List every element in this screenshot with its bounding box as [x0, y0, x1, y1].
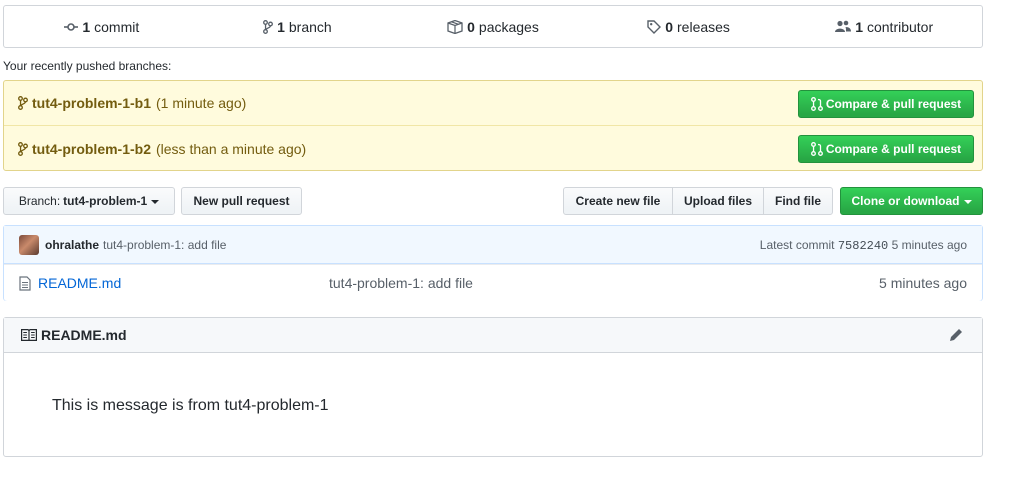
contributors-stat[interactable]: 1 contributor — [786, 19, 982, 35]
branch-prefix: Branch: — [18, 194, 61, 208]
branches-stat[interactable]: 1 branch — [200, 19, 396, 35]
commit-count: 1 — [82, 18, 91, 35]
package-icon — [447, 19, 463, 34]
contributor-count: 1 — [855, 18, 863, 35]
recent-branch-row: tut4-problem-1-b2 (less than a minute ag… — [4, 126, 982, 171]
caret-down-icon — [151, 200, 160, 204]
file-table: ohralathe tut4-problem-1: add file Lates… — [3, 225, 983, 301]
readme-content: This is message is from tut4-problem-1 — [52, 397, 329, 414]
file-icon — [19, 275, 31, 291]
readme-header: README.md — [4, 318, 982, 353]
release-count: 0 — [665, 18, 674, 35]
commit-icon — [64, 22, 79, 31]
recent-branch-row: tut4-problem-1-b1 (1 minute ago) Compare… — [4, 81, 982, 126]
caret-down-icon — [963, 200, 972, 204]
branch-icon — [18, 96, 28, 110]
commits-stat[interactable]: 1 commit — [4, 19, 200, 35]
repo-summary-bar: 1 commit 1 branch 0 packages 0 releases … — [3, 5, 983, 48]
recent-branch-name[interactable]: tut4-problem-1-b2 — [32, 141, 151, 157]
releases-stat[interactable]: 0 releases — [591, 19, 787, 35]
latest-commit-label: Latest commit — [759, 238, 835, 252]
branch-label: branch — [288, 18, 332, 35]
tag-icon — [647, 19, 662, 34]
branch-count: 1 — [277, 18, 285, 35]
recent-branch-age: (less than a minute ago) — [156, 140, 307, 157]
find-file-button[interactable]: Find file — [763, 187, 833, 215]
recent-branches-box: tut4-problem-1-b1 (1 minute ago) Compare… — [3, 80, 983, 171]
commit-author[interactable]: ohralathe — [45, 238, 99, 252]
compare-button-label: Compare & pull request — [825, 97, 962, 111]
people-icon — [835, 20, 852, 32]
recent-branches-label: Your recently pushed branches: — [3, 59, 172, 73]
commit-message[interactable]: tut4-problem-1: add file — [103, 238, 226, 252]
recent-branch-age: (1 minute ago) — [156, 95, 247, 111]
new-pull-request-button[interactable]: New pull request — [181, 187, 302, 215]
file-age: 5 minutes ago — [879, 275, 967, 291]
commit-tease: ohralathe tut4-problem-1: add file Lates… — [4, 226, 982, 264]
branch-icon — [18, 141, 28, 156]
package-count: 0 — [467, 18, 475, 35]
packages-stat[interactable]: 0 packages — [395, 19, 591, 35]
file-actions-group: Create new file Upload files Find file — [563, 187, 833, 215]
clone-download-button[interactable]: Clone or download — [840, 187, 983, 215]
recent-branch-name[interactable]: tut4-problem-1-b1 — [32, 95, 151, 111]
readme-box: README.md This is message is from tut4-p… — [3, 317, 983, 457]
commit-sha[interactable]: 7582240 — [838, 239, 888, 253]
table-row: README.md tut4-problem-1: add file 5 min… — [4, 264, 982, 301]
clone-label: Clone or download — [851, 194, 960, 208]
latest-commit: Latest commit 7582240 5 minutes ago — [760, 238, 967, 253]
upload-files-button[interactable]: Upload files — [672, 187, 764, 215]
file-name-link[interactable]: README.md — [38, 275, 121, 291]
branch-icon — [263, 19, 274, 34]
commit-age: 5 minutes ago — [891, 238, 967, 252]
readme-title: README.md — [41, 327, 127, 343]
package-label: packages — [478, 18, 539, 35]
branch-select-button[interactable]: Branch: tut4-problem-1 — [3, 187, 175, 215]
compare-pull-request-button[interactable]: Compare & pull request — [798, 90, 974, 118]
file-commit-message[interactable]: tut4-problem-1: add file — [329, 275, 473, 291]
branch-value: tut4-problem-1 — [63, 194, 148, 208]
avatar[interactable] — [19, 234, 39, 255]
pull-request-icon — [810, 97, 823, 111]
compare-pull-request-button[interactable]: Compare & pull request — [798, 135, 974, 163]
commit-label: commit — [94, 18, 140, 35]
book-icon — [21, 329, 37, 341]
pull-request-icon — [810, 142, 823, 156]
compare-button-label: Compare & pull request — [825, 142, 962, 156]
release-label: releases — [677, 18, 730, 35]
contributor-label: contributor — [866, 18, 934, 35]
create-new-file-button[interactable]: Create new file — [563, 187, 673, 215]
pencil-icon[interactable] — [949, 328, 967, 345]
